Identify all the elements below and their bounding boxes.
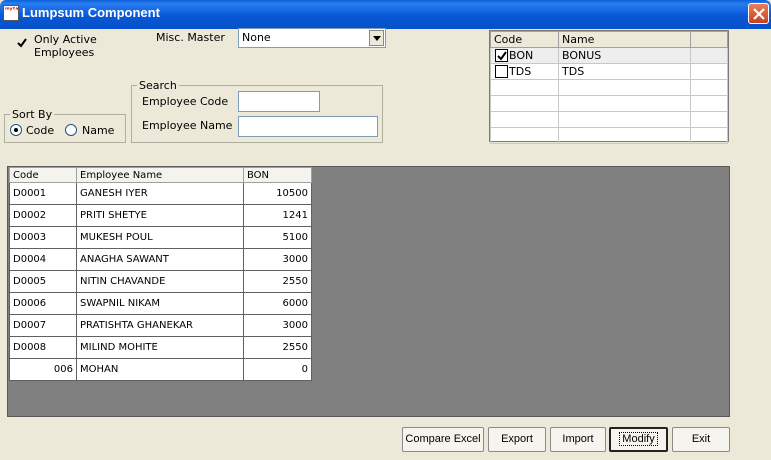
employee-code-cell[interactable]: D0004 xyxy=(9,248,77,271)
title-bar: ᵐʸᵗᵃ Lumpsum Component xyxy=(0,0,771,29)
component-empty-cell xyxy=(690,47,728,64)
table-row[interactable]: D0001 GANESH IYER 10500 xyxy=(9,182,312,205)
sort-code-radio[interactable] xyxy=(10,124,22,136)
employee-name-cell[interactable]: NITIN CHAVANDE xyxy=(76,270,244,293)
sort-by-legend: Sort By xyxy=(12,108,53,121)
employee-name-cell[interactable]: MUKESH POUL xyxy=(76,226,244,249)
employee-name-cell[interactable]: MOHAN xyxy=(76,358,244,381)
table-row[interactable]: D0004 ANAGHA SAWANT 3000 xyxy=(9,248,312,271)
employee-name-cell[interactable]: PRATISHTA GHANEKAR xyxy=(76,314,244,337)
bon-amount-cell[interactable]: 6000 xyxy=(243,292,312,315)
column-header-code[interactable]: Code xyxy=(9,167,77,183)
empty-row xyxy=(490,127,728,144)
employee-code-cell[interactable]: D0005 xyxy=(9,270,77,293)
component-tds-checkbox[interactable] xyxy=(495,65,508,78)
employee-name-cell[interactable]: PRITI SHETYE xyxy=(76,204,244,227)
modify-button-label: Modify xyxy=(619,432,658,446)
component-grid-header: Code Name xyxy=(490,31,728,48)
modify-button[interactable]: Modify xyxy=(609,427,668,452)
employee-code-cell[interactable]: D0002 xyxy=(9,204,77,227)
sort-name-label: Name xyxy=(82,124,115,137)
import-button[interactable]: Import xyxy=(550,427,606,452)
bon-amount-cell[interactable]: 1241 xyxy=(243,204,312,227)
table-row[interactable]: D0007 PRATISHTA GHANEKAR 3000 xyxy=(9,314,312,337)
component-code-cell[interactable]: BON xyxy=(490,47,559,64)
bon-amount-cell[interactable]: 0 xyxy=(243,358,312,381)
misc-master-select[interactable]: None xyxy=(238,28,386,48)
bon-amount-cell[interactable]: 3000 xyxy=(243,314,312,337)
employee-name-cell[interactable]: SWAPNIL NIKAM xyxy=(76,292,244,315)
column-header-bon[interactable]: BON xyxy=(243,167,312,183)
search-legend: Search xyxy=(139,79,177,92)
employee-code-cell[interactable]: 006 xyxy=(9,358,77,381)
column-header-employee-name[interactable]: Employee Name xyxy=(76,167,244,183)
employee-name-label: Employee Name xyxy=(142,119,233,132)
chevron-down-icon xyxy=(373,36,381,41)
table-row[interactable]: D0005 NITIN CHAVANDE 2550 xyxy=(9,270,312,293)
bon-amount-cell[interactable]: 10500 xyxy=(243,182,312,205)
employee-grid[interactable]: Code Employee Name BON D0001 GANESH IYER… xyxy=(7,166,730,417)
employee-name-cell[interactable]: ANAGHA SAWANT xyxy=(76,248,244,271)
bon-amount-cell[interactable]: 2550 xyxy=(243,270,312,293)
empty-row xyxy=(490,95,728,112)
employee-code-cell[interactable]: D0007 xyxy=(9,314,77,337)
employee-name-cell[interactable]: GANESH IYER xyxy=(76,182,244,205)
only-active-checkbox[interactable] xyxy=(16,37,28,49)
app-icon: ᵐʸᵗᵃ xyxy=(3,5,19,21)
compare-excel-button[interactable]: Compare Excel xyxy=(402,427,484,452)
export-button[interactable]: Export xyxy=(488,427,546,452)
table-row[interactable]: D0002 PRITI SHETYE 1241 xyxy=(9,204,312,227)
close-icon xyxy=(753,8,765,20)
table-row[interactable]: 006 MOHAN 0 xyxy=(9,358,312,381)
dropdown-button[interactable] xyxy=(369,30,384,46)
employee-code-cell[interactable]: D0006 xyxy=(9,292,77,315)
bon-amount-cell[interactable]: 2550 xyxy=(243,336,312,359)
only-active-label-line1: Only Active xyxy=(34,33,97,46)
close-button[interactable] xyxy=(748,3,769,24)
component-row-tds[interactable]: TDS TDS xyxy=(490,63,728,80)
table-row[interactable]: D0008 MILIND MOHITE 2550 xyxy=(9,336,312,359)
misc-master-label: Misc. Master xyxy=(156,31,225,44)
bon-amount-cell[interactable]: 3000 xyxy=(243,248,312,271)
component-name: TDS xyxy=(558,63,691,80)
sort-name-radio[interactable] xyxy=(65,124,77,136)
employee-code-cell[interactable]: D0003 xyxy=(9,226,77,249)
misc-master-value: None xyxy=(242,31,271,44)
table-row[interactable]: D0003 MUKESH POUL 5100 xyxy=(9,226,312,249)
component-name: BONUS xyxy=(558,47,691,64)
employee-grid-header: Code Employee Name BON xyxy=(9,167,312,183)
empty-row xyxy=(490,111,728,128)
component-code: TDS xyxy=(509,65,532,78)
empty-row xyxy=(490,79,728,96)
checkmark-icon xyxy=(497,51,507,61)
component-code-cell[interactable]: TDS xyxy=(490,63,559,80)
only-active-label-line2: Employees xyxy=(34,46,95,59)
employee-code-cell[interactable]: D0008 xyxy=(9,336,77,359)
employee-name-input[interactable] xyxy=(238,116,378,137)
checkmark-icon xyxy=(17,38,27,48)
window-title: Lumpsum Component xyxy=(22,5,160,20)
employee-code-cell[interactable]: D0001 xyxy=(9,182,77,205)
bon-amount-cell[interactable]: 5100 xyxy=(243,226,312,249)
column-header-name[interactable]: Name xyxy=(558,31,691,48)
table-row[interactable]: D0006 SWAPNIL NIKAM 6000 xyxy=(9,292,312,315)
column-header-code[interactable]: Code xyxy=(490,31,559,48)
sort-code-label: Code xyxy=(26,124,55,137)
employee-code-input[interactable] xyxy=(238,91,320,112)
component-code: BON xyxy=(509,49,534,62)
component-empty-cell xyxy=(690,63,728,80)
exit-button[interactable]: Exit xyxy=(672,427,730,452)
component-bon-checkbox[interactable] xyxy=(495,49,508,62)
component-grid[interactable]: Code Name BON BONUS TDS TDS xyxy=(489,30,729,144)
employee-name-cell[interactable]: MILIND MOHITE xyxy=(76,336,244,359)
column-header-blank xyxy=(690,31,728,48)
component-row-bon[interactable]: BON BONUS xyxy=(490,47,728,64)
employee-code-label: Employee Code xyxy=(142,95,229,108)
